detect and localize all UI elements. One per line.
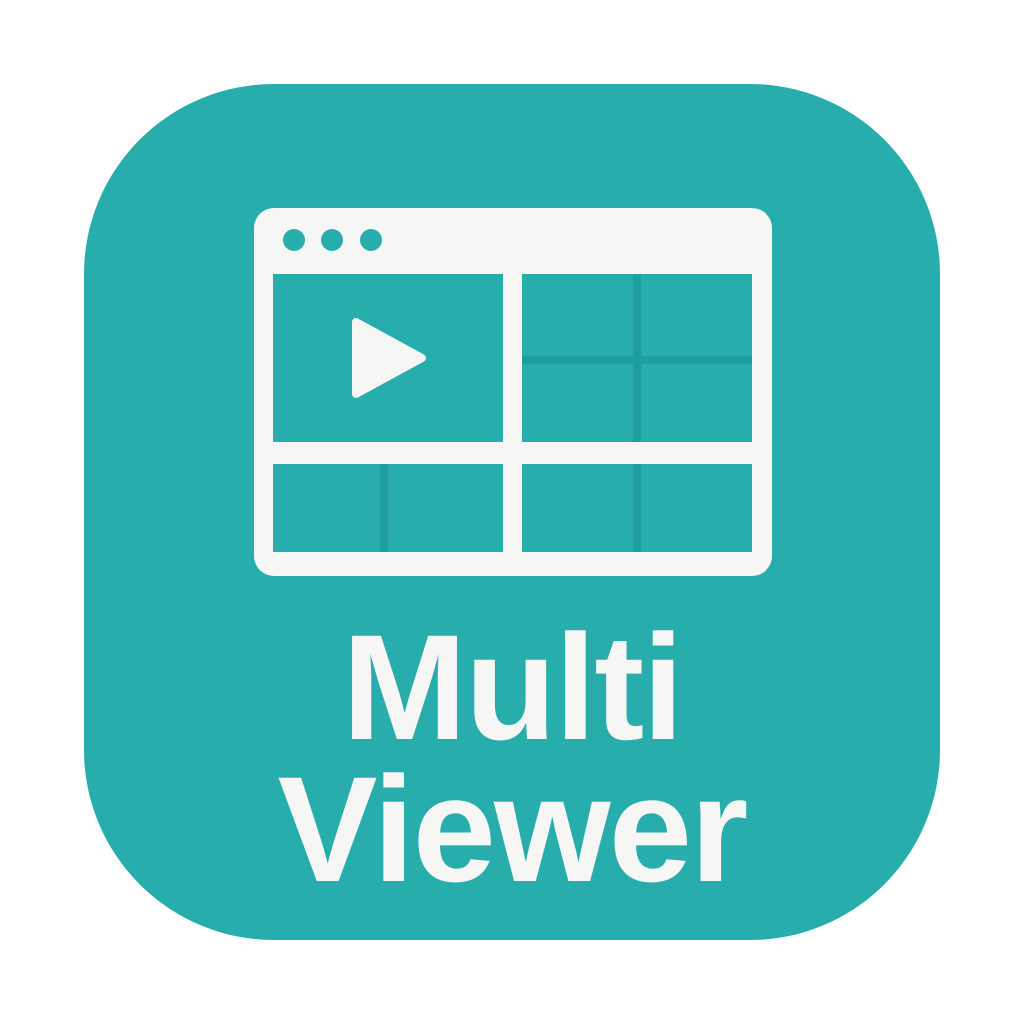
window-dot-1 <box>283 229 305 251</box>
app-label-line-2: Viewer <box>277 745 749 913</box>
window-dot-3 <box>360 229 382 251</box>
app-label-line-1: Multi <box>342 603 684 771</box>
app-icon[interactable]: Multi Viewer <box>84 84 940 940</box>
page: Multi Viewer <box>0 0 1024 1024</box>
window-dot-2 <box>321 229 343 251</box>
